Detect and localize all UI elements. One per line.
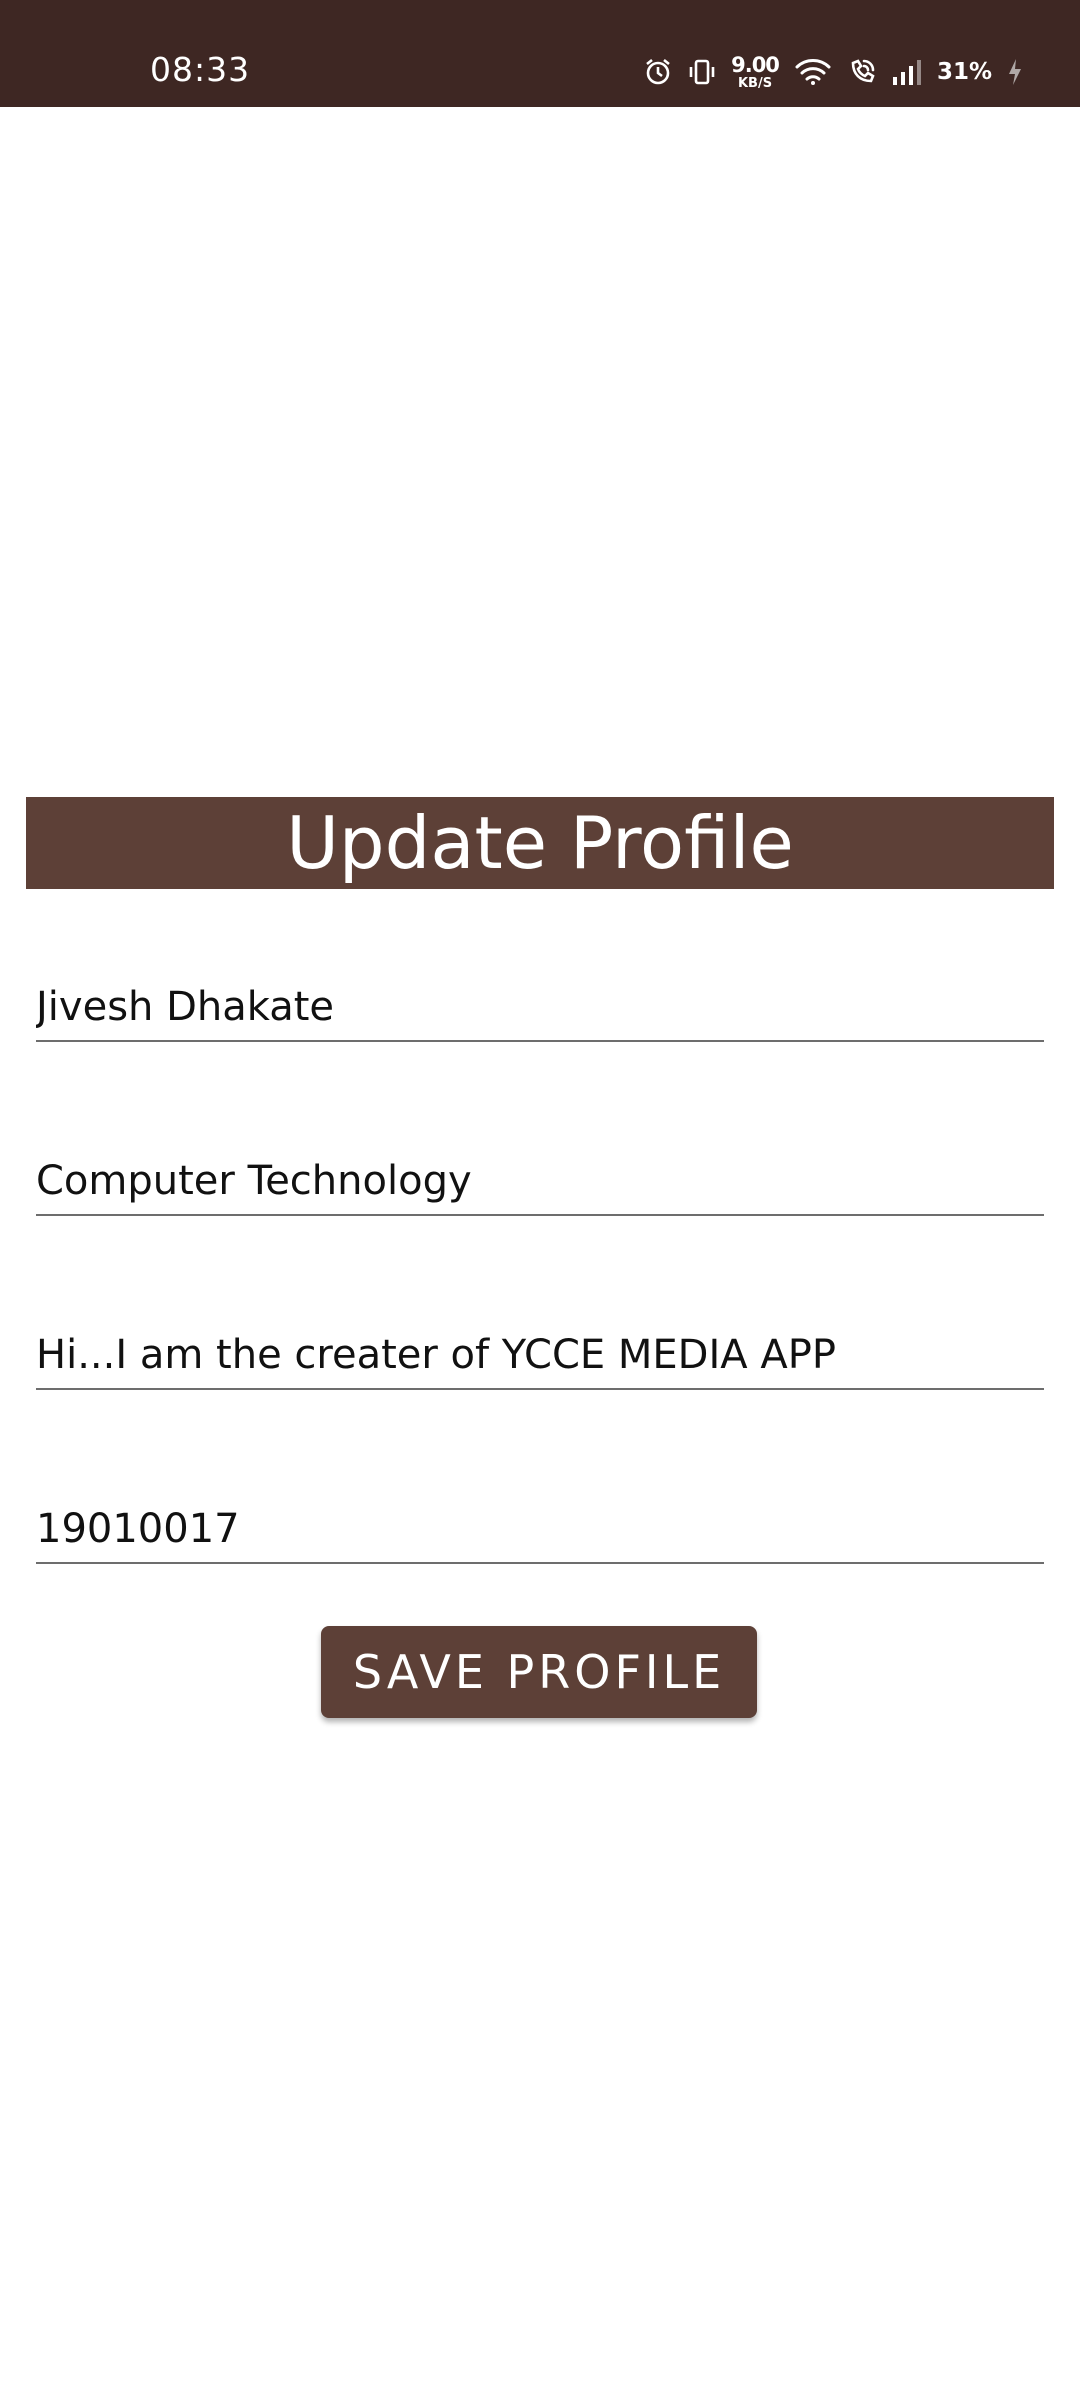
wifi-call-icon (847, 57, 877, 87)
update-profile-banner: Update Profile (26, 797, 1054, 889)
signal-icon (891, 57, 923, 87)
net-speed-unit: KB/S (737, 75, 773, 91)
bio-input[interactable] (36, 1332, 1044, 1378)
bio-field[interactable] (36, 1310, 1044, 1390)
status-time: 08:33 (150, 50, 251, 89)
id-input[interactable] (36, 1506, 1044, 1552)
net-speed: 9.00 KB/S (731, 52, 780, 91)
name-input[interactable] (36, 984, 1044, 1030)
charging-icon (1006, 57, 1024, 87)
alarm-icon (643, 57, 673, 87)
name-field[interactable] (36, 962, 1044, 1042)
status-icons: 9.00 KB/S 31% (643, 52, 1024, 92)
id-field[interactable] (36, 1484, 1044, 1564)
vibrate-icon (687, 57, 717, 87)
wifi-icon (793, 57, 833, 87)
department-field[interactable] (36, 1136, 1044, 1216)
department-input[interactable] (36, 1158, 1044, 1204)
save-profile-button[interactable]: SAVE PROFILE (321, 1626, 757, 1718)
net-speed-value: 9.00 (731, 52, 780, 77)
page-title: Update Profile (286, 801, 794, 885)
status-bar: 08:33 9.00 KB/S 31% (0, 0, 1080, 107)
battery-percentage: 31% (936, 59, 992, 85)
